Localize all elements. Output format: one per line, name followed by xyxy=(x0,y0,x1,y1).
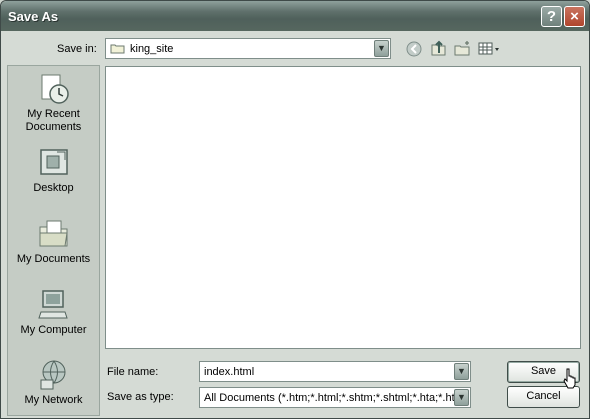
save-in-value: king_site xyxy=(130,43,174,55)
close-button[interactable]: × xyxy=(564,6,585,27)
place-desktop[interactable]: Desktop xyxy=(8,146,99,195)
file-list-view[interactable] xyxy=(105,66,581,349)
place-label: My Documents xyxy=(16,253,91,265)
desktop-icon xyxy=(39,149,68,175)
save-as-type-value: All Documents (*.htm;*.html;*.shtm;*.sht… xyxy=(204,392,468,404)
place-my-network[interactable]: My Network xyxy=(8,358,99,407)
help-icon: ? xyxy=(546,8,557,25)
file-name-value: index.html xyxy=(204,366,255,378)
chevron-down-icon[interactable]: ▼ xyxy=(454,363,469,380)
new-folder-icon[interactable] xyxy=(453,39,473,58)
my-network-icon xyxy=(40,360,65,390)
back-icon[interactable] xyxy=(404,39,424,58)
up-folder-icon[interactable] xyxy=(429,39,449,58)
place-label: My Computer xyxy=(20,324,87,336)
place-label: My Network xyxy=(24,394,83,406)
save-in-label: Save in: xyxy=(57,43,97,55)
place-my-computer[interactable]: My Computer xyxy=(8,288,99,337)
window-title: Save As xyxy=(8,9,59,24)
close-icon: × xyxy=(570,8,579,25)
my-documents-icon xyxy=(39,220,68,247)
place-label: My Recent Documents xyxy=(25,108,82,133)
chevron-down-icon[interactable]: ▼ xyxy=(454,389,469,406)
cancel-button[interactable]: Cancel xyxy=(507,386,580,408)
place-my-recent-documents[interactable]: My Recent Documents xyxy=(8,72,99,134)
mouse-cursor-icon xyxy=(563,368,576,389)
chevron-down-icon[interactable]: ▼ xyxy=(374,40,389,57)
save-in-dropdown[interactable]: king_site ▼ xyxy=(105,38,391,59)
places-bar: My Recent Documents Desktop My Documents xyxy=(7,65,100,416)
file-name-label: File name: xyxy=(107,366,159,378)
place-label: Desktop xyxy=(33,182,74,194)
save-as-type-dropdown[interactable]: All Documents (*.htm;*.html;*.shtm;*.sht… xyxy=(199,387,471,408)
save-as-dialog: Save As ? × Save in: king_site ▼ My Rece… xyxy=(0,0,590,419)
help-button[interactable]: ? xyxy=(541,6,562,27)
place-my-documents[interactable]: My Documents xyxy=(8,217,99,266)
folder-icon xyxy=(110,44,125,54)
my-computer-icon xyxy=(37,290,68,319)
title-bar[interactable]: Save As ? × xyxy=(1,1,589,31)
views-menu-icon[interactable] xyxy=(477,39,501,58)
file-name-input[interactable]: index.html ▼ xyxy=(199,361,471,382)
recent-documents-icon xyxy=(41,74,69,104)
save-as-type-label: Save as type: xyxy=(107,391,174,403)
